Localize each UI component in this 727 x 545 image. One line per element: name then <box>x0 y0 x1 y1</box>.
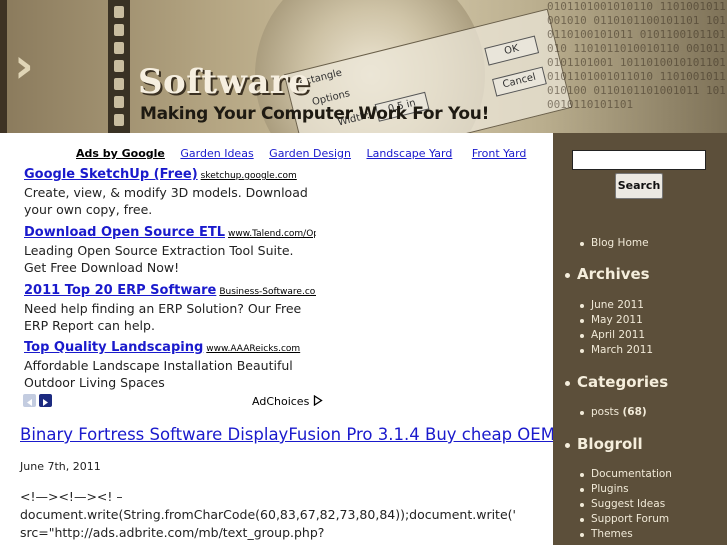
header-film-strip <box>108 0 130 133</box>
post-body: <!—><!—><! –document.write(String.fromCh… <box>20 489 516 540</box>
header-binary-graphic: 0101101001010110 1101001011001010 011010… <box>547 0 726 111</box>
ad-url-link[interactable]: www.AAAReicks.com <box>206 344 300 354</box>
ad-url-link[interactable]: www.Talend.com/Open_Source <box>228 229 316 239</box>
blogroll-heading: Blogroll <box>565 435 643 453</box>
category-link-posts[interactable]: posts <box>591 406 619 418</box>
search-button[interactable]: Search <box>615 173 663 199</box>
ad-prev-button[interactable] <box>23 394 36 407</box>
dialog-ok-graphic: OK <box>484 35 540 66</box>
ad-title-link[interactable]: 2011 Top 20 ERP Software <box>24 283 216 298</box>
ads-by-google-link[interactable]: Ads by Google <box>76 147 165 160</box>
ad-link-garden-ideas[interactable]: Garden Ideas <box>180 147 253 160</box>
blogroll-link[interactable]: Support Forum <box>580 512 672 527</box>
blogroll-link[interactable]: Documentation <box>580 467 672 482</box>
categories-list: posts (68) <box>580 405 647 420</box>
header-left-bar <box>0 0 7 133</box>
ad-item: 2011 Top 20 ERP Software Business-Softwar… <box>24 279 316 334</box>
site-tagline: Making Your Computer Work For You! <box>140 104 490 124</box>
ad-item: Top Quality Landscaping www.AAAReicks.com… <box>24 336 316 391</box>
blogroll-link[interactable]: Themes <box>580 527 672 542</box>
ad-next-button[interactable] <box>39 394 52 407</box>
category-count: (68) <box>622 406 647 418</box>
ad-link-landscape-yard[interactable]: Landscape Yard <box>366 147 452 160</box>
blogroll-link[interactable]: Suggest Ideas <box>580 497 672 512</box>
archive-link[interactable]: March 2011 <box>579 343 653 358</box>
ad-title-link[interactable]: Top Quality Landscaping <box>24 340 203 355</box>
main-content: Ads by Google Garden Ideas Garden Design… <box>0 133 577 545</box>
ad-description: Create, view, & modify 3D models. Downlo… <box>24 185 308 217</box>
post-date: June 7th, 2011 <box>20 460 101 473</box>
archives-list: June 2011 May 2011 April 2011 March 2011 <box>579 298 653 358</box>
adchoices-triangle-icon <box>313 394 323 407</box>
adchoices-label: AdChoices <box>252 395 310 408</box>
blogroll-link[interactable]: Plugins <box>580 482 672 497</box>
chevron-left-icon <box>27 399 32 406</box>
pages-list: Blog Home <box>580 236 649 251</box>
ad-url-link[interactable]: sketchup.google.com <box>201 171 297 181</box>
sidebar-link-blog-home[interactable]: Blog Home <box>580 236 649 251</box>
archive-link[interactable]: April 2011 <box>579 328 653 343</box>
ad-description: Need help finding an ERP Solution? Our F… <box>24 301 302 333</box>
ad-title-link[interactable]: Download Open Source ETL <box>24 225 225 240</box>
ad-link-bar: Ads by Google Garden Ideas Garden Design… <box>76 147 538 160</box>
categories-heading: Categories <box>564 373 669 391</box>
ad-description: Affordable Landscape Installation Beauti… <box>24 358 293 390</box>
adchoices-link[interactable]: AdChoices <box>252 394 323 408</box>
archives-heading: Archives <box>565 265 650 283</box>
archive-link[interactable]: May 2011 <box>579 313 653 328</box>
blogroll-list: Documentation Plugins Suggest Ideas Supp… <box>580 467 672 542</box>
ad-link-front-yard[interactable]: Front Yard <box>472 147 527 160</box>
ad-link-garden-design[interactable]: Garden Design <box>269 147 351 160</box>
ad-item: Download Open Source ETL www.Talend.com/O… <box>24 221 316 276</box>
ad-description: Leading Open Source Extraction Tool Suit… <box>24 243 294 275</box>
site-header: Rectangle Options Width: 0.5 in OK Cance… <box>0 0 727 133</box>
category-item[interactable]: posts (68) <box>580 405 647 420</box>
sidebar: Search Blog Home Archives June 2011 May … <box>553 133 727 545</box>
archive-link[interactable]: June 2011 <box>579 298 653 313</box>
ad-item: Google SketchUp (Free) sketchup.google.co… <box>24 163 316 218</box>
header-arrow-icon: › <box>14 38 34 94</box>
post-title-link[interactable]: Binary Fortress Software DisplayFusion P… <box>20 425 577 444</box>
search-input[interactable] <box>572 150 706 170</box>
dialog-cancel-graphic: Cancel <box>492 66 547 97</box>
ad-title-link[interactable]: Google SketchUp (Free) <box>24 167 198 182</box>
site-title[interactable]: Software <box>138 62 310 102</box>
ad-url-link[interactable]: Business-Software.com/Top20ERP <box>219 287 316 297</box>
chevron-right-icon <box>43 399 48 406</box>
